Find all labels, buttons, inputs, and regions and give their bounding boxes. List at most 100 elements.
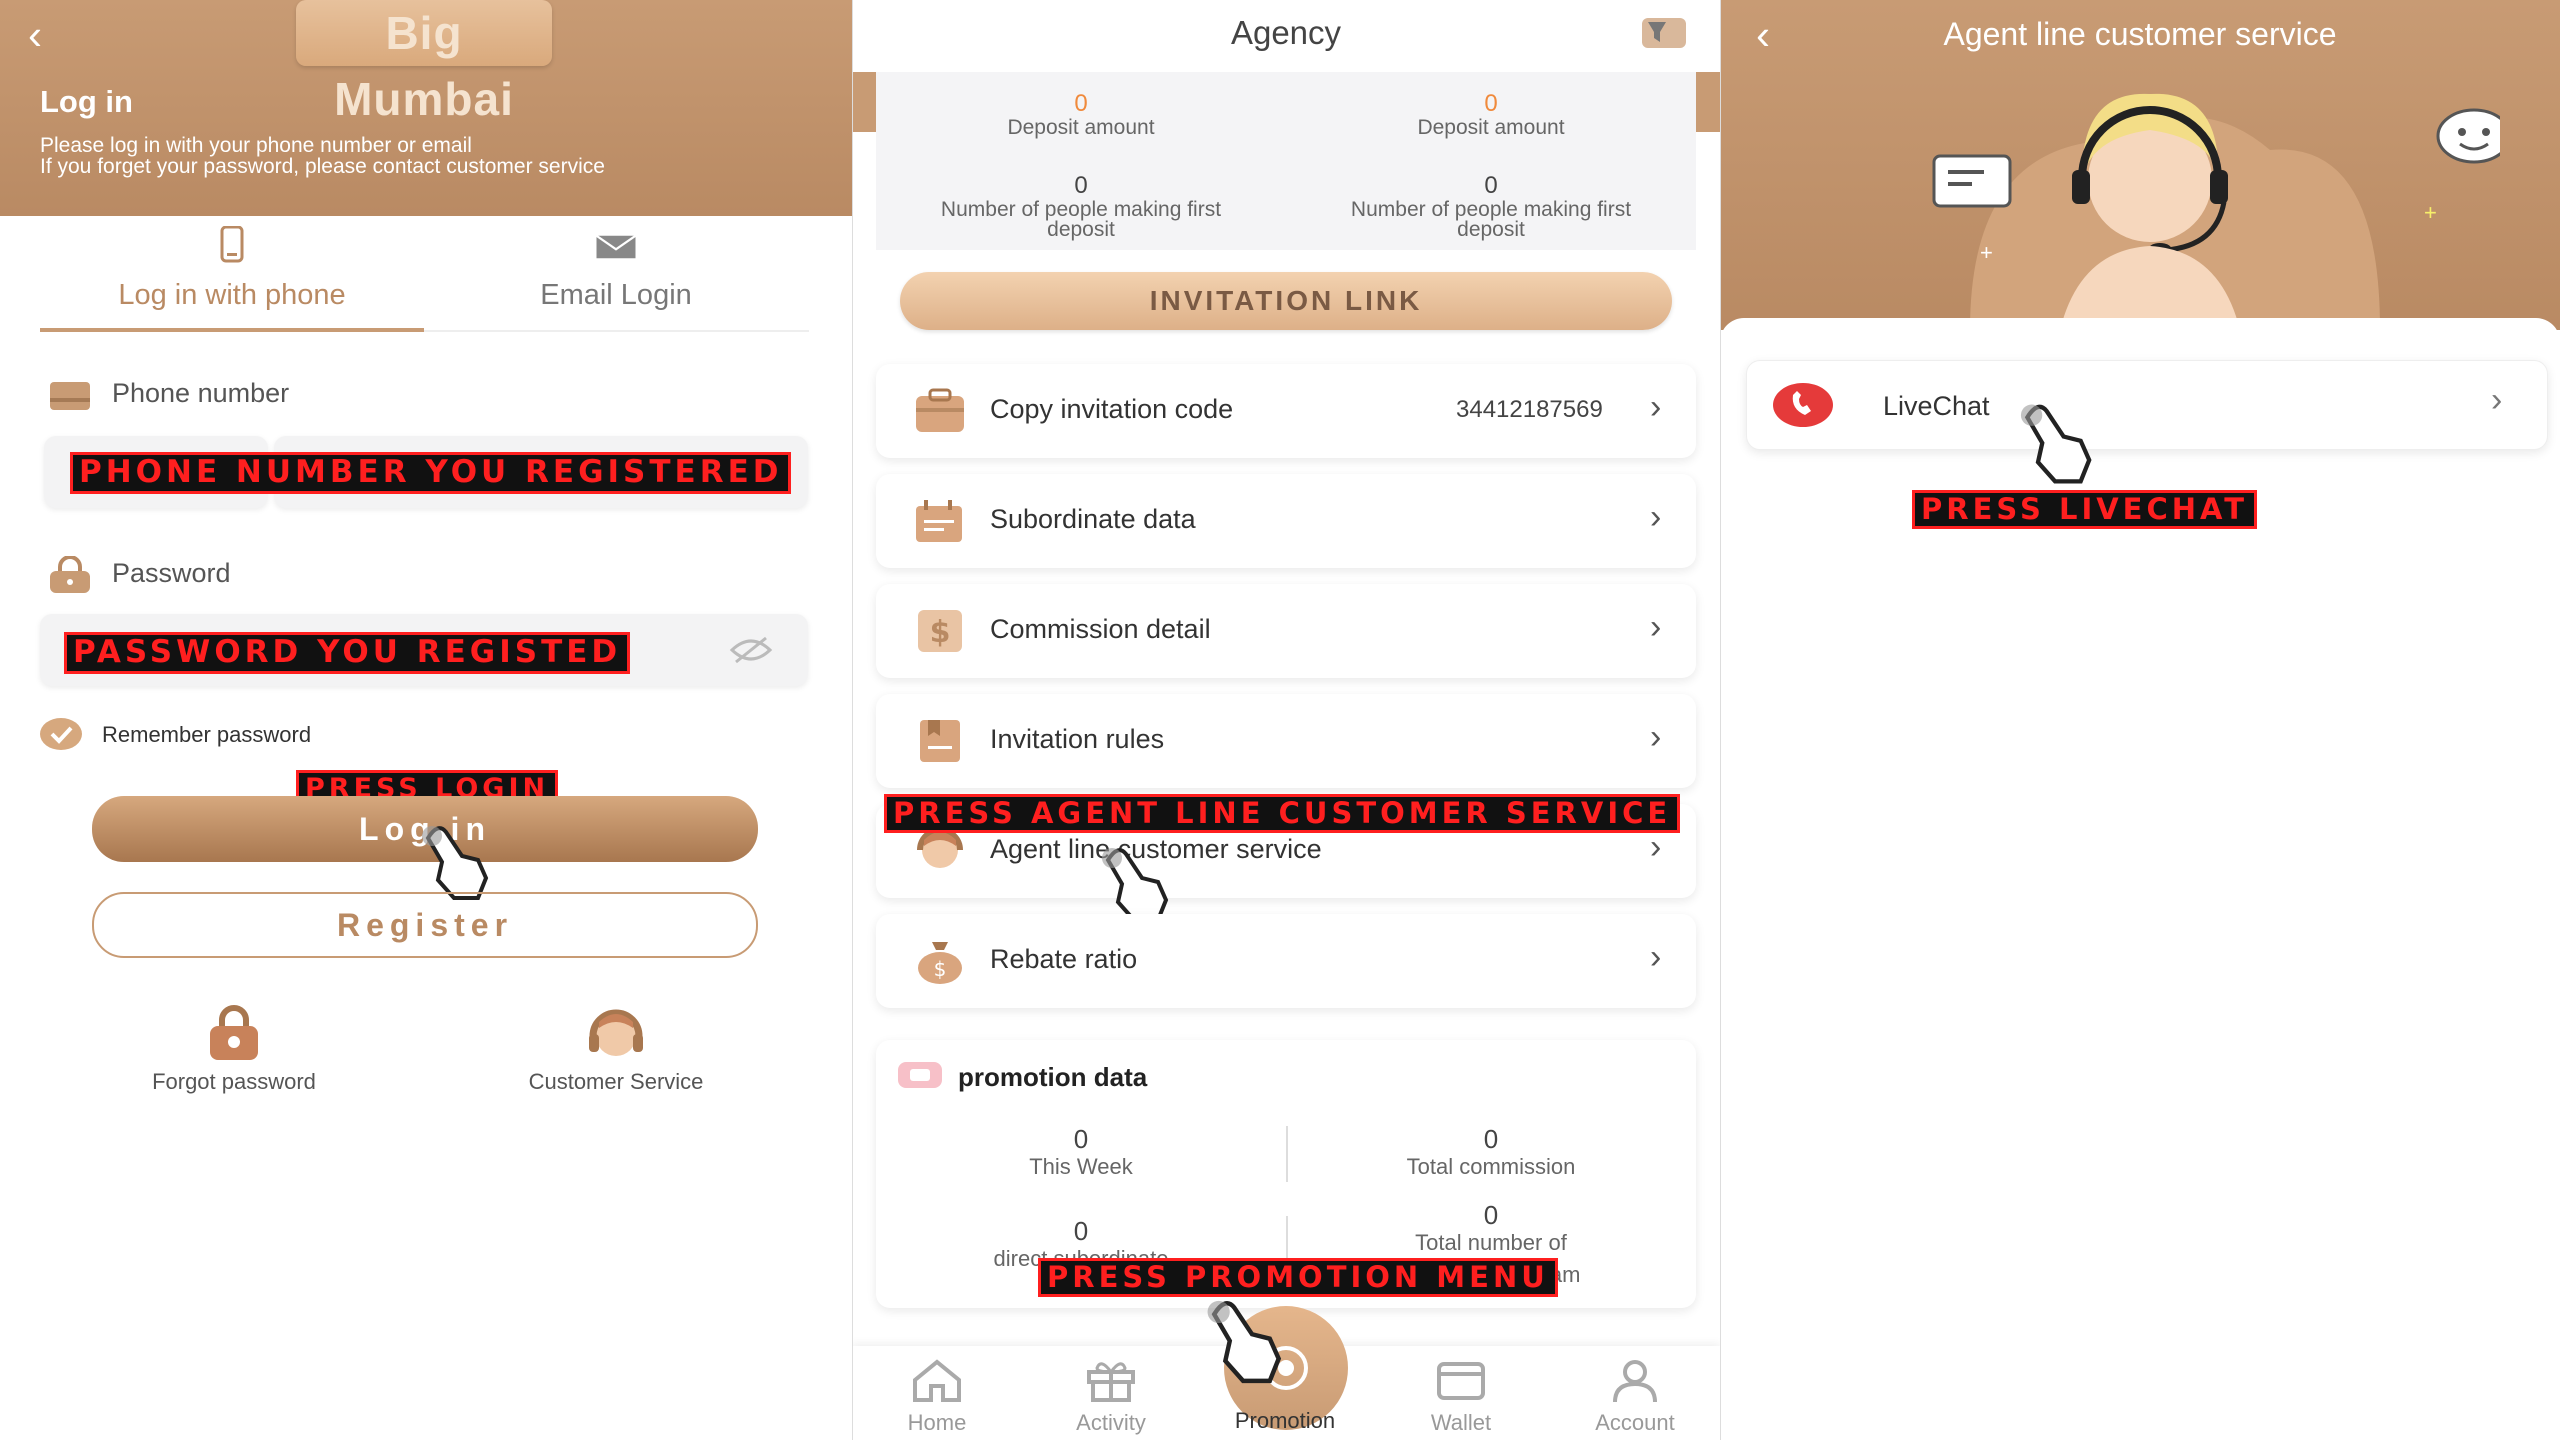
row-label: Rebate ratio xyxy=(990,944,1138,974)
hand-pointer-icon xyxy=(2020,404,2092,484)
row-invitation-rules[interactable]: Invitation rules › xyxy=(876,694,1696,788)
phone-label: Phone number xyxy=(112,378,290,408)
row-rebate-ratio[interactable]: $ Rebate ratio › xyxy=(876,914,1696,1008)
promotion-menu-annotation: PRESS PROMOTION MENU xyxy=(1038,1258,1558,1298)
nav-label: Wallet xyxy=(1430,1410,1492,1435)
eye-hidden-icon[interactable] xyxy=(728,636,774,664)
invitation-link-button[interactable]: INVITATION LINK xyxy=(900,272,1672,330)
agent-service-annotation: PRESS AGENT LINE CUSTOMER SERVICE xyxy=(884,794,1681,834)
customer-service-screen: ‹ Agent line customer service + + LiveCh… xyxy=(1720,0,2560,1440)
chevron-right-icon: › xyxy=(1650,718,1662,756)
nav-wallet[interactable]: Wallet xyxy=(1396,1356,1526,1436)
first-deposit-right-value: 0 xyxy=(1484,172,1498,199)
row-label: Subordinate data xyxy=(990,504,1196,534)
gift-icon xyxy=(1087,1362,1135,1402)
check-icon xyxy=(50,726,73,744)
remember-label: Remember password xyxy=(102,722,312,747)
tab-divider xyxy=(424,330,809,332)
nav-account[interactable]: Account xyxy=(1570,1356,1700,1436)
login-screen: ‹ Big Mumbai Log in Please log in with y… xyxy=(0,0,852,1440)
row-subordinate-data[interactable]: Subordinate data › xyxy=(876,474,1696,568)
panel-divider xyxy=(852,0,853,1440)
nav-label: Home xyxy=(907,1410,967,1435)
login-subtitle-2: If you forget your password, please cont… xyxy=(40,155,605,178)
forgot-password-link[interactable]: Forgot password xyxy=(116,1004,352,1095)
customer-service-link[interactable]: Customer Service xyxy=(496,1004,736,1095)
register-button-label: Register xyxy=(336,907,514,943)
register-button[interactable]: Register xyxy=(92,892,758,958)
chevron-right-icon: › xyxy=(1650,938,1662,976)
invitation-code-value: 34412187569 xyxy=(1456,396,1603,423)
customer-service-label: Customer Service xyxy=(528,1069,704,1094)
service-body xyxy=(1720,318,2560,1440)
svg-text:+: + xyxy=(2424,200,2437,225)
nav-home[interactable]: Home xyxy=(872,1356,1002,1436)
deposit-right-label: Deposit amount xyxy=(1417,116,1565,139)
this-week-label: This Week xyxy=(1029,1154,1133,1179)
livechat-label: LiveChat xyxy=(1883,391,1990,421)
nav-activity[interactable]: Activity xyxy=(1046,1356,1176,1436)
money-bag-icon: $ xyxy=(918,942,962,984)
livechat-annotation: PRESS LIVECHAT xyxy=(1912,490,2258,530)
page-title: Log in xyxy=(40,84,133,119)
first-deposit-left-value: 0 xyxy=(1074,172,1088,199)
password-label: Password xyxy=(112,558,231,588)
rules-book-icon xyxy=(920,720,960,762)
chevron-right-icon: › xyxy=(1650,608,1662,646)
nav-label: Activity xyxy=(1076,1410,1146,1435)
deposit-right-value: 0 xyxy=(1484,90,1498,117)
nav-promotion[interactable]: Promotion xyxy=(1220,1408,1350,1434)
tab-phone-login[interactable]: Log in with phone xyxy=(40,220,424,332)
row-label: Copy invitation code xyxy=(990,394,1234,424)
back-button[interactable]: ‹ xyxy=(28,14,42,56)
forgot-label: Forgot password xyxy=(152,1069,316,1094)
page-title: Agency xyxy=(1230,14,1342,51)
password-annotation: PASSWORD YOU REGISTED xyxy=(64,632,631,674)
logo-text: Big Mumbai xyxy=(334,7,514,125)
page-title: Agent line customer service xyxy=(1943,16,2337,52)
row-copy-invitation-code[interactable]: Copy invitation code 34412187569 › xyxy=(876,364,1696,458)
lock-icon xyxy=(210,1005,258,1060)
agency-screen: Agency 0 Deposit amount 0 Deposit amount… xyxy=(852,0,1720,1440)
total-team-value: 0 xyxy=(1483,1200,1499,1230)
invitation-link-label: INVITATION LINK xyxy=(1149,285,1423,316)
svg-text:$: $ xyxy=(934,957,947,981)
chevron-right-icon: › xyxy=(1650,828,1662,866)
headset-icon xyxy=(589,1009,643,1056)
tab-email-login[interactable]: Email Login xyxy=(424,220,808,330)
remember-checkbox[interactable] xyxy=(40,718,82,750)
phone-field-icon xyxy=(50,382,90,410)
chevron-right-icon: › xyxy=(1650,498,1662,536)
app-logo: Big Mumbai xyxy=(296,0,552,125)
lock-field-icon xyxy=(50,556,90,593)
livechat-row[interactable]: LiveChat › xyxy=(1746,360,2548,450)
first-deposit-right-label-2: deposit xyxy=(1457,218,1525,241)
deposit-left-label: Deposit amount xyxy=(1007,116,1155,139)
svg-text:+: + xyxy=(1980,240,1993,265)
row-commission-detail[interactable]: $ Commission detail › xyxy=(876,584,1696,678)
promotion-data-title: promotion data xyxy=(958,1062,1148,1092)
home-icon xyxy=(913,1359,961,1402)
direct-subordinate-value: 0 xyxy=(1073,1216,1089,1246)
tab-phone-label: Log in with phone xyxy=(118,279,346,311)
total-commission-label: Total commission xyxy=(1406,1154,1576,1179)
active-tab-indicator xyxy=(40,328,424,332)
this-week-value: 0 xyxy=(1073,1124,1089,1154)
phone-icon xyxy=(220,225,244,263)
filter-icon[interactable] xyxy=(1640,14,1690,52)
nav-label: Account xyxy=(1595,1410,1675,1435)
account-icon xyxy=(1613,1360,1657,1403)
svg-text:$: $ xyxy=(930,615,951,650)
calendar-icon xyxy=(916,500,962,542)
wallet-icon xyxy=(1437,1362,1485,1400)
dollar-icon: $ xyxy=(918,610,962,652)
phone-call-icon xyxy=(1773,383,1833,427)
row-label: Invitation rules xyxy=(990,724,1165,754)
deposit-left-value: 0 xyxy=(1074,90,1088,117)
total-team-label: Total number of xyxy=(1415,1230,1567,1255)
phone-annotation: PHONE NUMBER YOU REGISTERED xyxy=(70,452,792,494)
first-deposit-left-label-2: deposit xyxy=(1047,218,1115,241)
total-commission-value: 0 xyxy=(1483,1124,1499,1154)
support-agent-illustration: + + xyxy=(1932,93,2500,330)
promotion-data-icon xyxy=(898,1062,942,1088)
